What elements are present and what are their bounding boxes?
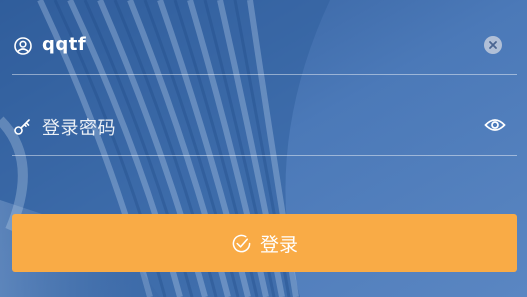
toggle-password-visibility-button[interactable]: [484, 116, 506, 134]
login-screen: qqtf 登录密码 登录: [0, 0, 527, 297]
key-icon: [14, 119, 30, 135]
user-icon: [14, 37, 32, 55]
eye-icon: [484, 119, 506, 131]
clear-icon: [489, 41, 497, 49]
clear-username-button[interactable]: [484, 36, 502, 54]
password-field[interactable]: 登录密码: [12, 81, 517, 156]
username-field[interactable]: qqtf: [12, 0, 517, 75]
login-button[interactable]: 登录: [12, 214, 517, 272]
login-button-label: 登录: [259, 233, 298, 256]
check-circle-icon: [232, 234, 251, 252]
password-placeholder[interactable]: 登录密码: [42, 114, 116, 140]
username-value[interactable]: qqtf: [42, 34, 86, 55]
